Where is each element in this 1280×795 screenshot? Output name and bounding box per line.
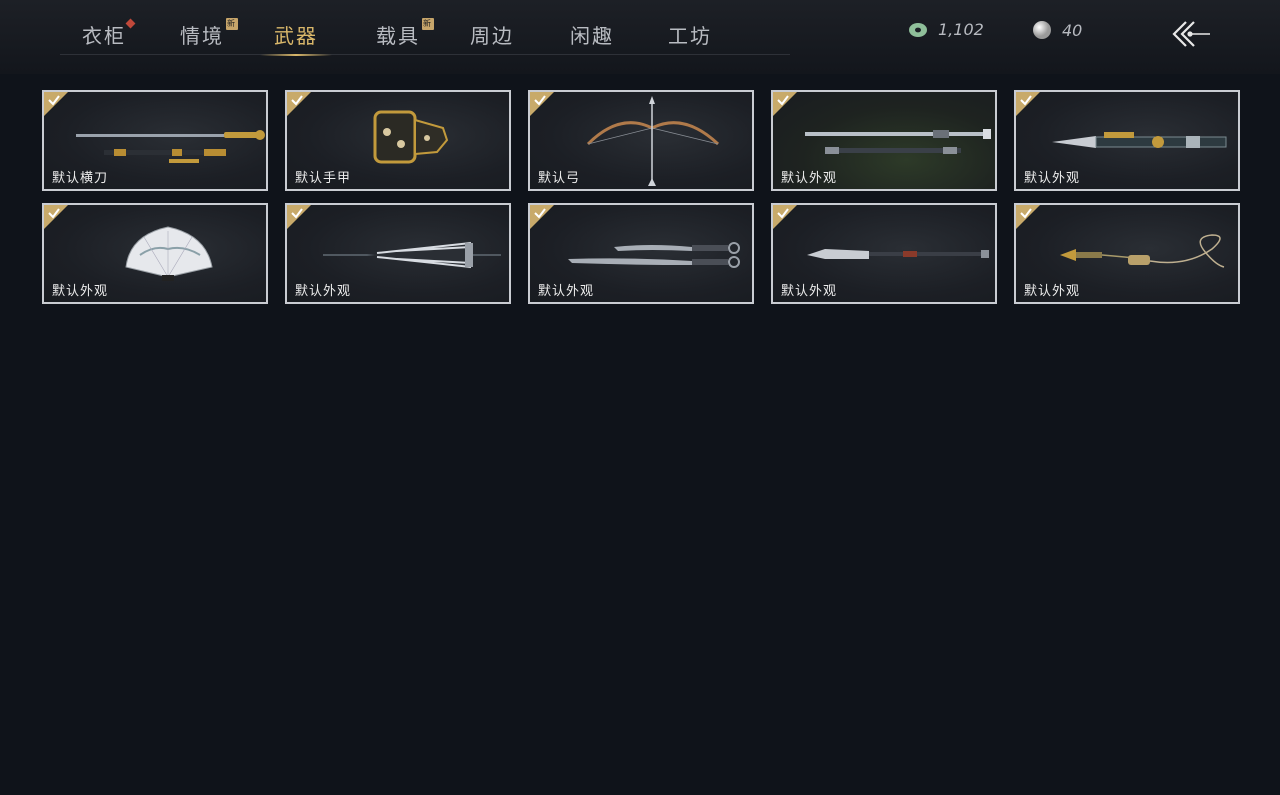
item-name: 默认外观 <box>295 284 352 299</box>
item-card[interactable]: 默认外观 <box>1014 90 1240 191</box>
item-name: 默认外观 <box>781 171 838 186</box>
top-nav-bar: 衣柜 情境 新 武器 载具 新 周边 闲趣 工坊 1,102 40 <box>0 0 1280 74</box>
checkmark-icon <box>1020 208 1032 219</box>
item-name: 默认外观 <box>538 284 595 299</box>
tab-label: 闲趣 <box>570 24 614 48</box>
item-card[interactable]: 默认外观 <box>528 203 754 304</box>
tab-label: 衣柜 <box>82 24 126 48</box>
tab-workshop[interactable]: 工坊 <box>668 22 712 50</box>
item-name: 默认横刀 <box>52 171 109 186</box>
item-card[interactable]: 默认外观 <box>42 203 268 304</box>
tab-label: 载具 <box>376 24 420 48</box>
checkmark-icon <box>777 208 789 219</box>
tab-label: 周边 <box>470 24 514 48</box>
item-name: 默认外观 <box>1024 171 1081 186</box>
item-card[interactable]: 默认手甲 <box>285 90 511 191</box>
item-name: 默认外观 <box>781 284 838 299</box>
tab-peripherals[interactable]: 周边 <box>470 22 514 50</box>
item-card[interactable]: 默认外观 <box>1014 203 1240 304</box>
item-name: 默认弓 <box>538 171 581 186</box>
tab-label: 工坊 <box>668 24 712 48</box>
back-button[interactable] <box>1166 16 1216 52</box>
checkmark-icon <box>1020 95 1032 106</box>
tab-weapons[interactable]: 武器 <box>260 22 332 56</box>
item-card[interactable]: 默认外观 <box>285 203 511 304</box>
pearl-icon <box>1033 21 1051 39</box>
back-arrow-icon <box>1172 21 1210 47</box>
checkmark-icon <box>48 95 60 106</box>
pearl-amount: 40 <box>1062 20 1083 40</box>
checkmark-icon <box>291 95 303 106</box>
tab-label: 武器 <box>274 24 318 48</box>
jade-amount: 1,102 <box>938 20 984 39</box>
tab-leisure[interactable]: 闲趣 <box>570 22 614 50</box>
checkmark-icon <box>534 208 546 219</box>
tab-scene[interactable]: 情境 新 <box>180 18 238 50</box>
item-card[interactable]: 默认外观 <box>771 203 997 304</box>
tab-mounts[interactable]: 载具 新 <box>376 18 434 50</box>
checkmark-icon <box>291 208 303 219</box>
item-name: 默认外观 <box>52 284 109 299</box>
category-tabs: 衣柜 情境 新 武器 载具 新 周边 闲趣 工坊 <box>60 0 790 56</box>
jade-coin-icon <box>909 22 927 37</box>
tab-wardrobe[interactable]: 衣柜 <box>82 18 136 50</box>
red-dot-badge <box>125 18 136 29</box>
checkmark-icon <box>48 208 60 219</box>
new-badge: 新 <box>226 18 238 30</box>
item-card[interactable]: 默认外观 <box>771 90 997 191</box>
item-name: 默认外观 <box>1024 284 1081 299</box>
jade-currency: 1,102 <box>908 20 984 39</box>
new-badge: 新 <box>422 18 434 30</box>
item-card[interactable]: 默认横刀 <box>42 90 268 191</box>
pearl-currency: 40 <box>1032 20 1082 40</box>
tab-label: 情境 <box>180 24 224 48</box>
item-name: 默认手甲 <box>295 171 352 186</box>
item-card[interactable]: 默认弓 <box>528 90 754 191</box>
checkmark-icon <box>534 95 546 106</box>
checkmark-icon <box>777 95 789 106</box>
